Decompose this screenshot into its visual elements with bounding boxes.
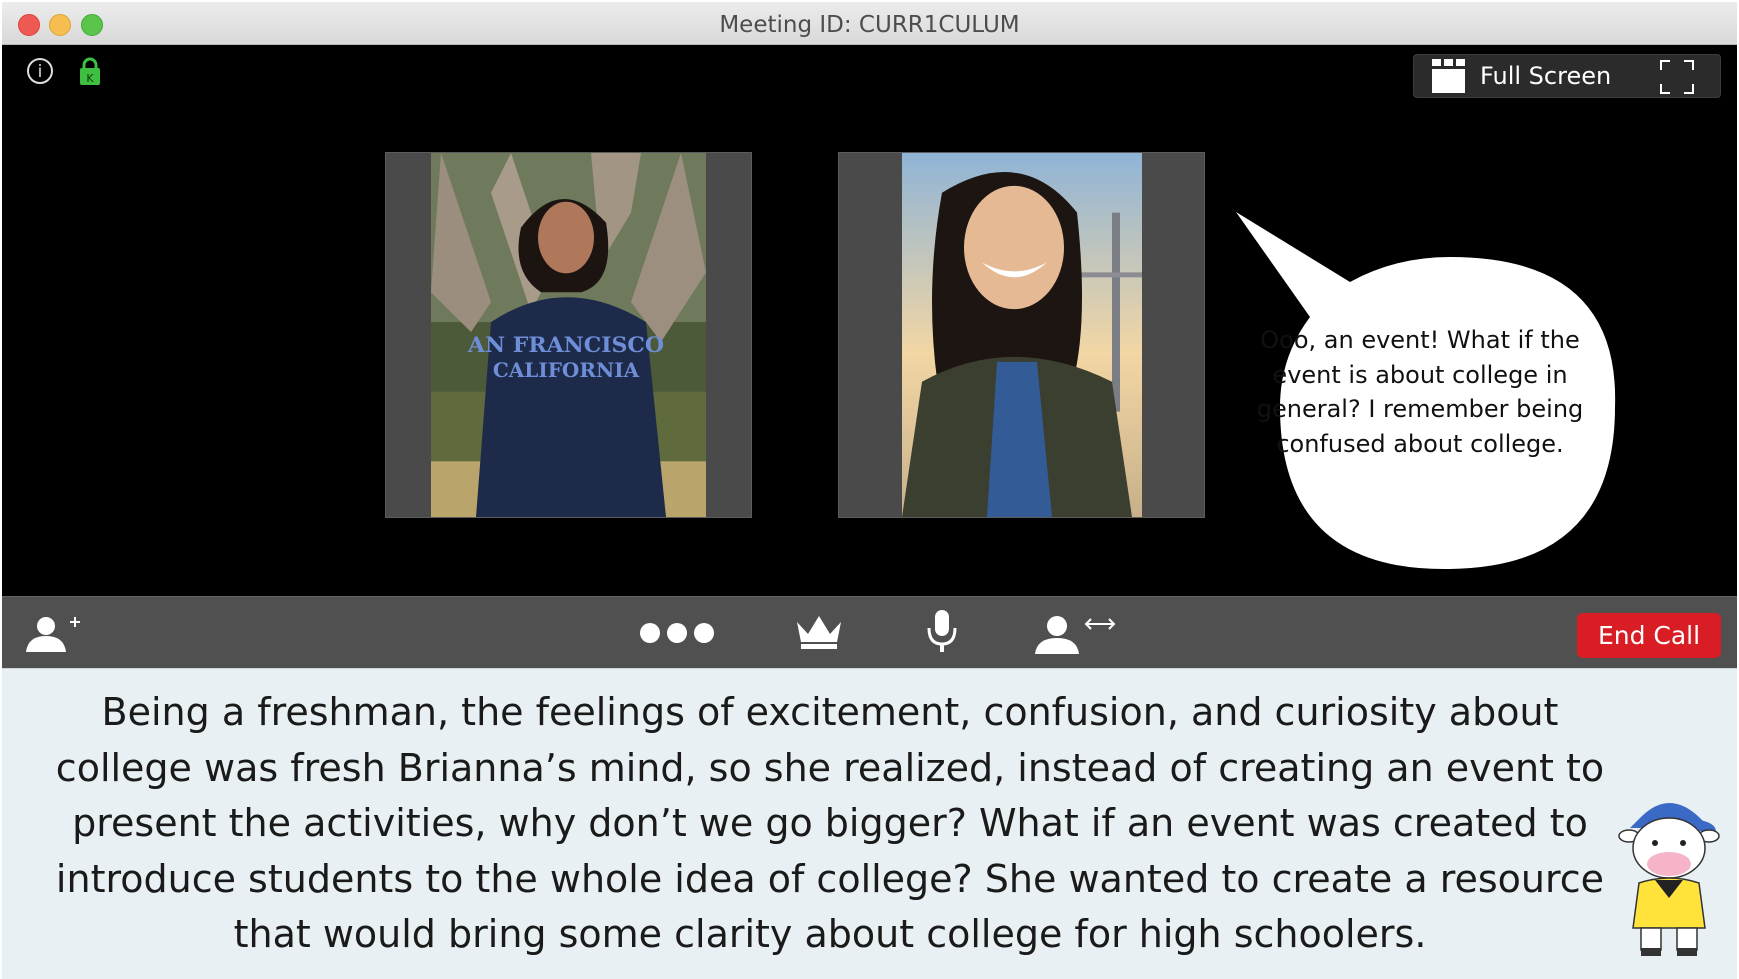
speech-bubble-text: Ooo, an event! What if the event is abou… [1256, 326, 1584, 458]
participant-photo-2 [902, 153, 1142, 517]
svg-text:AN FRANCISCO: AN FRANCISCO [467, 332, 664, 358]
window-title: Meeting ID: CURR1CULUM [719, 12, 1020, 38]
svg-text:CALIFORNIA: CALIFORNIA [493, 358, 640, 382]
title-bar: Meeting ID: CURR1CULUM [2, 2, 1737, 45]
end-call-button[interactable]: End Call [1577, 613, 1721, 658]
participant-video-tile-1[interactable]: AN FRANCISCO CALIFORNIA [385, 152, 752, 518]
lock-icon[interactable]: K [78, 56, 102, 86]
swap-participant-icon[interactable] [1033, 612, 1117, 656]
more-options-icon[interactable] [638, 620, 716, 646]
cow-mascot-icon [1618, 803, 1720, 956]
full-screen-label: Full Screen [1480, 62, 1612, 90]
info-icon[interactable]: i [27, 58, 53, 84]
expand-icon [1660, 60, 1694, 94]
add-participant-icon[interactable] [24, 614, 80, 654]
full-screen-button[interactable]: Full Screen [1413, 54, 1721, 98]
svg-text:K: K [86, 72, 94, 85]
grid-view-icon [1432, 59, 1465, 93]
microphone-icon[interactable] [925, 608, 959, 654]
participant-photo-1: AN FRANCISCO CALIFORNIA [431, 153, 706, 517]
meeting-window: Meeting ID: CURR1CULUM i K Full Screen A… [0, 0, 1739, 979]
call-toolbar [2, 596, 1737, 668]
story-caption: Being a freshman, the feelings of excite… [55, 690, 1605, 956]
host-crown-icon[interactable] [795, 612, 843, 650]
participant-video-tile-2[interactable] [838, 152, 1205, 518]
